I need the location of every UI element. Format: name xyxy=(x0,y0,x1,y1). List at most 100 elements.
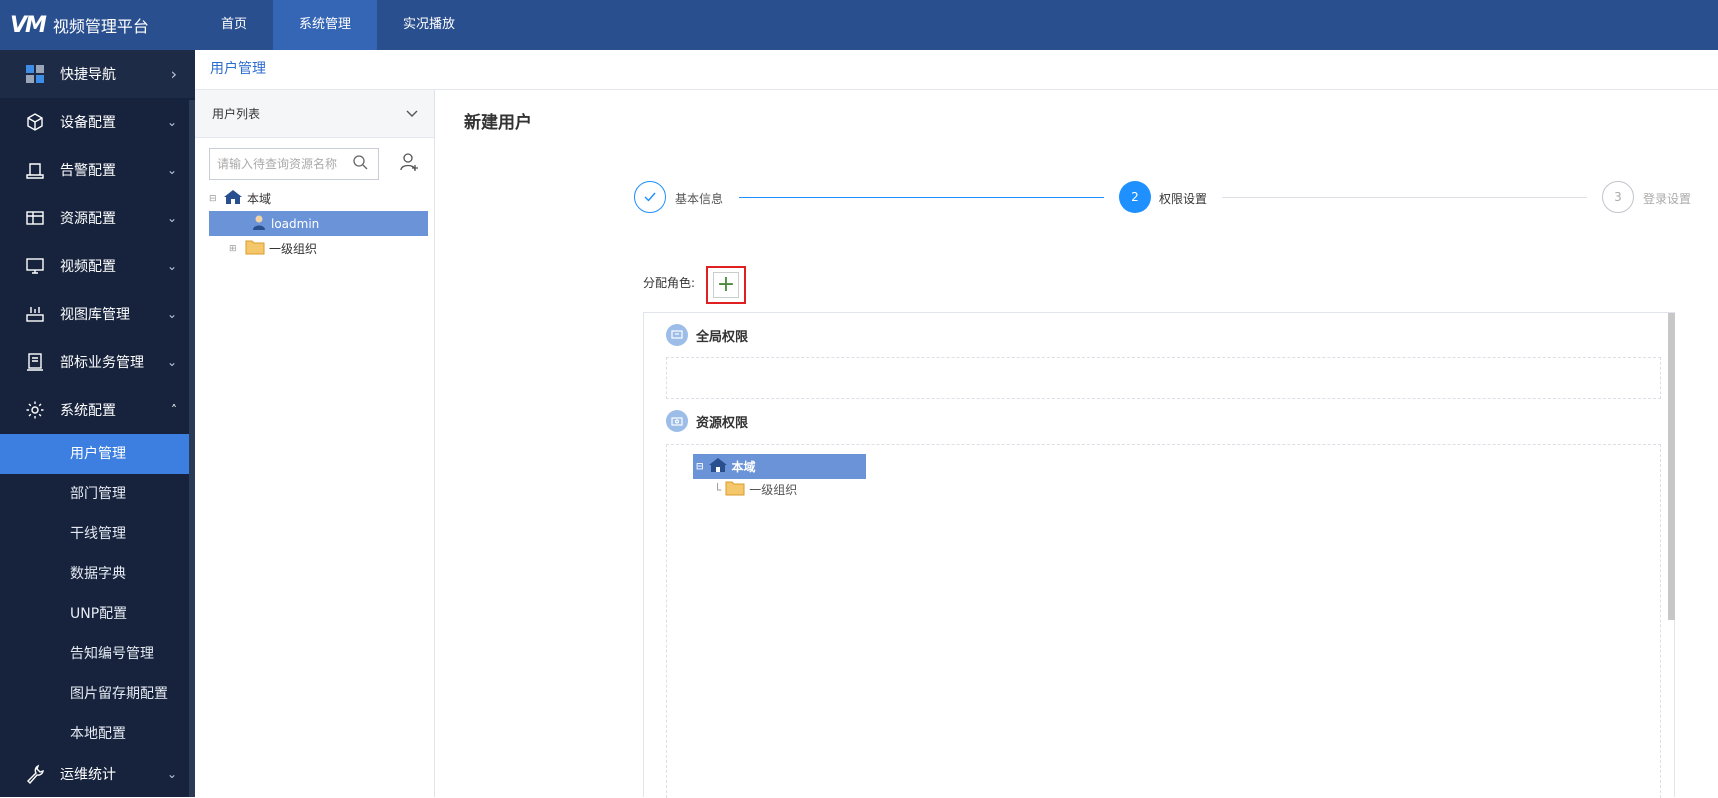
plus-icon: + xyxy=(713,272,739,298)
cube-icon xyxy=(24,111,46,133)
step-2-label: 权限设置 xyxy=(1159,192,1208,206)
sidebar-item-device[interactable]: 设备配置 ⌄ xyxy=(0,98,195,146)
sidebar-subitem-local-config[interactable]: 本地配置 xyxy=(0,714,189,754)
search-box xyxy=(209,148,379,180)
permission-scrollbar[interactable] xyxy=(1668,313,1675,620)
sidebar-item-label: 部标业务管理 xyxy=(60,355,144,371)
sidebar-item-label: 快捷导航 xyxy=(60,67,116,83)
nav-tab-system[interactable]: 系统管理 xyxy=(273,0,378,50)
collapse-icon[interactable]: ⊟ xyxy=(209,194,221,204)
sidebar-item-label: 告警配置 xyxy=(60,163,116,179)
add-role-button[interactable]: + xyxy=(706,266,746,304)
chevron-down-icon[interactable] xyxy=(406,107,418,121)
tree-node-user[interactable]: loadmin xyxy=(209,211,428,236)
sidebar-item-view-library[interactable]: 视图库管理 ⌄ xyxy=(0,290,195,338)
step-3-circle: 3 xyxy=(1602,181,1634,213)
alarm-icon xyxy=(24,159,46,181)
home-icon xyxy=(708,457,728,476)
sidebar-item-video[interactable]: 视频配置 ⌄ xyxy=(0,242,195,290)
sidebar-item-alarm[interactable]: 告警配置 ⌄ xyxy=(0,146,195,194)
user-tree: ⊟ 本域 loadmin ⊞ 一级组织 xyxy=(195,180,434,267)
tree-node-label: loadmin xyxy=(271,216,320,231)
sidebar-subitem-trunk[interactable]: 干线管理 xyxy=(0,514,189,554)
step-3-label: 登录设置 xyxy=(1643,192,1692,206)
monitor-icon xyxy=(24,255,46,277)
user-list-panel: 用户列表 ⊟ 本域 loadmin ⊞ xyxy=(195,90,435,797)
expand-icon[interactable]: ⊞ xyxy=(229,244,241,254)
app-title: 视频管理平台 xyxy=(52,17,149,36)
sidebar-item-label: 系统配置 xyxy=(60,403,116,419)
step-1-circle xyxy=(634,181,666,213)
chevron-down-icon: ⌄ xyxy=(166,767,177,781)
chevron-down-icon: ⌄ xyxy=(166,259,177,273)
sidebar-item-label: 视图库管理 xyxy=(60,307,130,323)
search-row xyxy=(195,138,434,180)
tree-connector: └ xyxy=(714,482,722,497)
document-icon xyxy=(24,351,46,373)
sidebar-item-business[interactable]: 部标业务管理 ⌄ xyxy=(0,338,195,386)
sidebar-item-ops-stats[interactable]: 运维统计 ⌄ xyxy=(0,754,195,794)
top-navbar: VM 视频管理平台 首页 系统管理 实况播放 xyxy=(0,0,1718,50)
global-permission-title: 全局权限 xyxy=(696,329,749,345)
collapse-icon[interactable]: ⊟ xyxy=(696,462,704,472)
resource-tree-child-label: 一级组织 xyxy=(749,483,798,497)
logo: VM 视频管理平台 xyxy=(0,13,195,38)
sidebar-item-resource[interactable]: 资源配置 ⌄ xyxy=(0,194,195,242)
tree-node-group[interactable]: ⊞ 一级组织 xyxy=(209,236,420,261)
resource-tree-root[interactable]: ⊟ 本域 xyxy=(693,454,866,479)
chevron-up-icon: ˄ xyxy=(171,403,177,417)
step-1-label: 基本信息 xyxy=(675,192,724,206)
resource-permission-header: 资源权限 xyxy=(666,410,748,432)
resource-icon xyxy=(24,207,46,229)
step-line-2 xyxy=(1222,197,1587,198)
sidebar-item-label: 运维统计 xyxy=(60,767,116,783)
chevron-down-icon: ⌄ xyxy=(166,163,177,177)
global-permission-icon xyxy=(666,324,688,346)
nav-tab-live[interactable]: 实况播放 xyxy=(377,0,481,50)
main-content: 新建用户 基本信息 2 权限设置 3 登录设置 分配角色: + 全局权限 资源权… xyxy=(436,90,1718,798)
sidebar-item-label: 资源配置 xyxy=(60,211,116,227)
resource-permission-area xyxy=(666,444,1661,798)
folder-icon xyxy=(245,239,265,258)
user-list-title: 用户列表 xyxy=(212,107,261,121)
assign-role-label: 分配角色: xyxy=(643,276,696,290)
sidebar-item-system-config[interactable]: 系统配置 ˄ xyxy=(0,386,195,434)
resource-tree-child[interactable]: └ 一级组织 xyxy=(714,480,797,499)
chevron-right-icon: › xyxy=(170,64,177,84)
sidebar-subitem-dictionary[interactable]: 数据字典 xyxy=(0,554,189,594)
resource-permission-icon xyxy=(666,410,688,432)
search-input[interactable] xyxy=(217,157,352,171)
chevron-down-icon: ⌄ xyxy=(166,307,177,321)
tree-node-root[interactable]: ⊟ 本域 xyxy=(209,186,420,211)
permission-panel: 全局权限 资源权限 ⊟ 本域 └ 一级组织 xyxy=(643,312,1675,798)
sidebar-item-label: 视频配置 xyxy=(60,259,116,275)
sidebar-subitem-notice-number[interactable]: 告知编号管理 xyxy=(0,634,189,674)
sidebar-item-quick-nav[interactable]: 快捷导航 › xyxy=(0,50,195,98)
page-title: 新建用户 xyxy=(464,113,532,133)
search-icon[interactable] xyxy=(352,154,368,174)
library-icon xyxy=(24,303,46,325)
user-list-header[interactable]: 用户列表 xyxy=(195,90,434,138)
resource-permission-title: 资源权限 xyxy=(696,415,749,431)
chevron-down-icon: ⌄ xyxy=(166,115,177,129)
breadcrumb[interactable]: 用户管理 xyxy=(195,50,1718,90)
check-icon xyxy=(644,192,656,202)
tree-node-label: 本域 xyxy=(247,192,272,206)
user-avatar-icon xyxy=(251,214,267,233)
sidebar-subitem-unp[interactable]: UNP配置 xyxy=(0,594,189,634)
sidebar-subitem-department[interactable]: 部门管理 xyxy=(0,474,189,514)
sidebar-subitem-user-management[interactable]: 用户管理 xyxy=(0,434,189,474)
grid-icon xyxy=(24,63,46,85)
wrench-icon xyxy=(24,763,46,785)
tree-node-label: 一级组织 xyxy=(269,242,318,256)
sidebar-subitem-image-retention[interactable]: 图片留存期配置 xyxy=(0,674,189,714)
nav-tab-home[interactable]: 首页 xyxy=(195,0,273,50)
gear-icon xyxy=(24,399,46,421)
logo-mark: VM xyxy=(10,12,47,38)
global-permission-area xyxy=(666,357,1661,399)
global-permission-header: 全局权限 xyxy=(666,324,748,346)
add-user-icon[interactable] xyxy=(399,152,419,176)
chevron-down-icon: ⌄ xyxy=(166,211,177,225)
sidebar-item-label: 设备配置 xyxy=(60,115,116,131)
chevron-down-icon: ⌄ xyxy=(166,355,177,369)
